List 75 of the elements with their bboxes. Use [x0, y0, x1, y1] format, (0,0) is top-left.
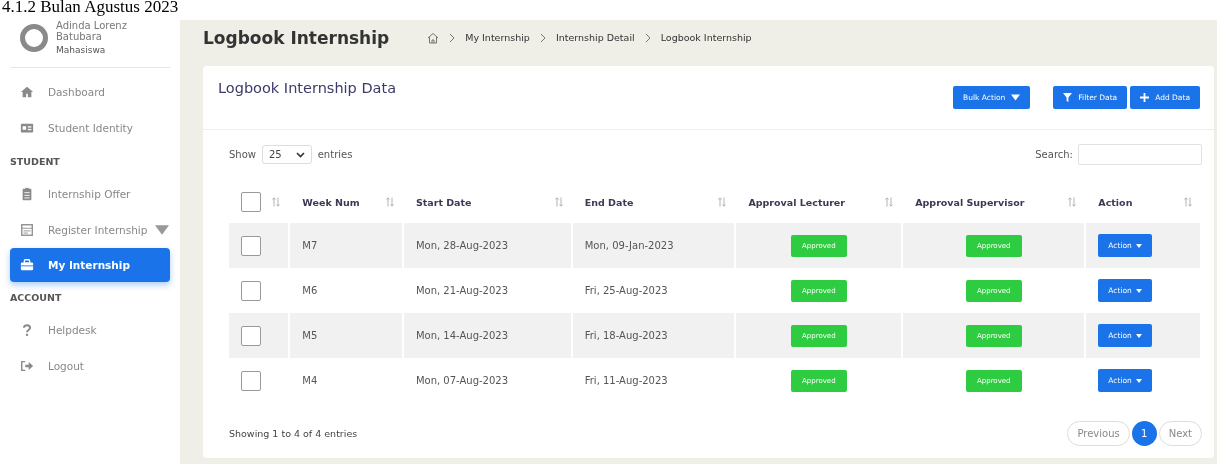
checkbox[interactable]: [241, 280, 261, 301]
document-caption: 4.1.2 Bulan Agustus 2023: [1, 0, 180, 18]
home-icon[interactable]: [427, 31, 440, 44]
table-cell: Fri, 25-Aug-2023: [584, 285, 668, 296]
table-cell: M7: [302, 240, 318, 251]
sort-icon[interactable]: [385, 197, 394, 207]
sidebar-item[interactable]: My Internship: [10, 248, 170, 282]
user-name: Adinda Lorenz Batubara: [56, 20, 128, 42]
chevron-icon: [449, 32, 456, 43]
checkbox[interactable]: [241, 370, 261, 391]
table-cell: Mon, 28-Aug-2023: [415, 240, 509, 251]
menu-icon: [20, 258, 34, 272]
table-cell: Mon, 14-Aug-2023: [415, 330, 509, 341]
next-button[interactable]: Next: [1158, 421, 1202, 446]
sidebar-item[interactable]: Dashboard: [10, 74, 170, 110]
checkbox[interactable]: [241, 325, 261, 346]
sidebar-item[interactable]: Helpdesk: [10, 312, 170, 348]
menu-icon: [20, 85, 34, 99]
menu-icon: [20, 323, 34, 337]
sort-icon[interactable]: [554, 197, 563, 207]
entries-label: entries: [317, 149, 353, 160]
filter-icon: [1063, 93, 1073, 102]
checkbox[interactable]: [241, 192, 261, 212]
caret-icon: [1135, 378, 1142, 383]
section-heading: STUDENT: [10, 154, 61, 169]
search-label: Search:: [1035, 149, 1073, 160]
table-cell: M6: [302, 285, 318, 296]
sidebar-item[interactable]: Internship Offer: [10, 176, 170, 212]
column-header[interactable]: Approval Supervisor: [915, 196, 1025, 208]
sort-icon[interactable]: [718, 197, 727, 207]
sort-icon[interactable]: [1068, 197, 1077, 207]
user-role: Mahasiswa: [56, 45, 107, 55]
card-title: Logbook Internship Data: [218, 80, 398, 96]
sort-icon[interactable]: [1184, 197, 1192, 207]
show-label: Show: [229, 149, 256, 160]
page-title: Logbook Internship: [203, 27, 390, 48]
table-cell: Mon, 21-Aug-2023: [415, 285, 509, 296]
table-cell: Mon, 09-Jan-2023: [584, 240, 674, 251]
checkbox[interactable]: [241, 235, 261, 256]
column-header[interactable]: Week Num: [302, 196, 360, 208]
entries-info: Showing 1 to 4 of 4 entries: [229, 428, 358, 439]
menu-icon: [20, 187, 34, 201]
search-field[interactable]: [1078, 144, 1202, 165]
table-cell: Mon, 07-Aug-2023: [415, 375, 509, 386]
sort-icon[interactable]: [272, 197, 281, 207]
sidebar-item[interactable]: Register Internship: [10, 212, 170, 248]
chevron-icon: [539, 32, 546, 43]
plus-icon: [1140, 93, 1150, 102]
table-cell: Fri, 11-Aug-2023: [584, 375, 668, 386]
column-header[interactable]: End Date: [584, 196, 634, 208]
table-cell: M5: [302, 330, 318, 341]
menu-icon: [20, 359, 34, 373]
menu-icon: [20, 121, 34, 135]
sort-icon[interactable]: [885, 197, 894, 207]
breadcrumb-link[interactable]: Internship Detail: [555, 32, 635, 43]
page-button[interactable]: 1: [1131, 421, 1157, 446]
table-cell: M4: [302, 375, 318, 386]
section-heading: ACCOUNT: [10, 290, 63, 305]
breadcrumb-link[interactable]: My Internship: [465, 32, 530, 43]
column-header[interactable]: Start Date: [415, 196, 472, 208]
menu-icon: [20, 223, 34, 237]
sidebar-item[interactable]: Student Identity: [10, 110, 170, 146]
sidebar-item[interactable]: Logout: [10, 348, 170, 384]
column-header[interactable]: Approval Lecturer: [748, 196, 845, 208]
chevron-icon: [644, 32, 651, 43]
caret-icon: [1135, 243, 1142, 248]
chevron-icon: [295, 151, 305, 158]
previous-button[interactable]: Previous: [1067, 421, 1130, 446]
entries-select[interactable]: 25: [262, 145, 312, 164]
caret-icon: [1135, 288, 1142, 293]
table-cell: Fri, 18-Aug-2023: [584, 330, 668, 341]
caret-icon: [1011, 93, 1021, 102]
caret-icon: [1135, 333, 1142, 338]
avatar-icon: [20, 23, 48, 52]
column-header[interactable]: Action: [1098, 196, 1133, 208]
